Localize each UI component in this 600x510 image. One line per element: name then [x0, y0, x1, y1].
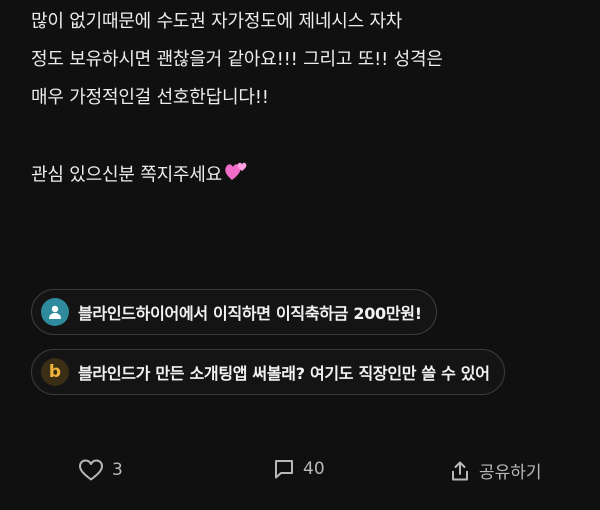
post-body: 많이 없기때문에 수도권 자가정도에 제네시스 자차 정도 보유하시면 괜찮을거…	[31, 8, 571, 198]
promo-text: 블라인드가 만든 소개팅앱 써볼래? 여기도 직장인만 쓸 수 있어	[78, 364, 490, 383]
post-line-last: 관심 있으신분 쪽지주세요	[31, 160, 571, 198]
post-line: 관심 있으신분 쪽지주세요	[31, 164, 223, 186]
heart-icon	[78, 458, 104, 482]
comment-button[interactable]: 40	[273, 458, 325, 480]
promo-list: 블라인드하이어에서 이직하면 이직축하금 200만원! b 블라인드가 만든 소…	[31, 289, 505, 409]
comment-icon	[273, 458, 295, 480]
post-line: 정도 보유하시면 괜찮을거 같아요!!! 그리고 또!! 성격은	[31, 49, 443, 70]
action-bar: 3 40 공유하기	[0, 455, 600, 489]
like-count: 3	[112, 460, 123, 480]
person-icon	[41, 298, 69, 326]
promo-dating-app-button[interactable]: b 블라인드가 만든 소개팅앱 써볼래? 여기도 직장인만 쓸 수 있어	[31, 349, 505, 395]
post-line: 매우 가정적인걸 선호한답니다!!	[31, 87, 269, 108]
two-hearts-icon	[224, 160, 250, 191]
share-icon	[449, 460, 471, 482]
promo-blind-hire-button[interactable]: 블라인드하이어에서 이직하면 이직축하금 200만원!	[31, 289, 437, 335]
comment-count: 40	[303, 459, 325, 479]
promo-text: 블라인드하이어에서 이직하면 이직축하금 200만원!	[78, 304, 422, 323]
share-button[interactable]: 공유하기	[449, 458, 542, 483]
like-button[interactable]: 3	[78, 458, 123, 482]
b-logo-icon: b	[41, 358, 69, 386]
post-line: 많이 없기때문에 수도권 자가정도에 제네시스 자차	[31, 11, 403, 32]
share-label: 공유하기	[479, 463, 542, 483]
